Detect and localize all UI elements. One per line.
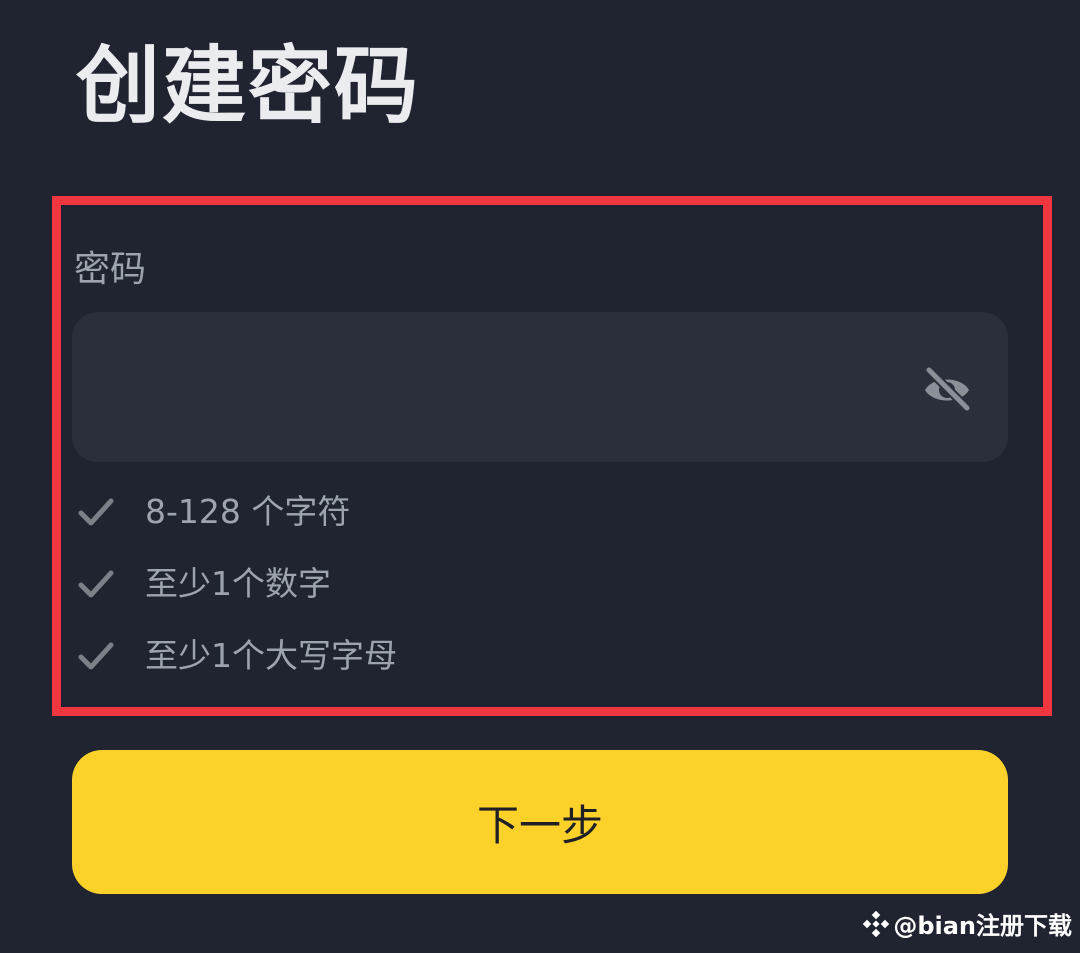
password-label: 密码 — [74, 249, 147, 290]
eye-off-icon — [924, 365, 972, 412]
page-title: 创建密码 — [76, 37, 421, 135]
password-field[interactable] — [72, 312, 1008, 462]
requirement-text: 至少1个数字 — [145, 564, 331, 603]
toggle-password-visibility-button[interactable] — [916, 359, 978, 415]
create-password-screen: 创建密码 密码 8-128 个字符 至少1个数字 至少1个大写字母 下一步 @b… — [0, 0, 1080, 953]
check-icon — [78, 642, 114, 670]
requirement-text: 8-128 个字符 — [145, 492, 351, 531]
watermark: @bian注册下载 — [863, 906, 1072, 941]
requirement-number: 至少1个数字 — [78, 558, 397, 610]
requirement-length: 8-128 个字符 — [78, 486, 397, 538]
binance-logo-icon — [863, 910, 890, 937]
requirement-uppercase: 至少1个大写字母 — [78, 630, 397, 682]
watermark-text: @bian注册下载 — [893, 912, 1072, 940]
check-icon — [78, 498, 114, 526]
requirement-text: 至少1个大写字母 — [145, 636, 397, 675]
password-input[interactable] — [102, 352, 902, 422]
password-requirements-list: 8-128 个字符 至少1个数字 至少1个大写字母 — [78, 486, 397, 702]
check-icon — [78, 570, 114, 598]
next-button[interactable]: 下一步 — [72, 750, 1008, 894]
